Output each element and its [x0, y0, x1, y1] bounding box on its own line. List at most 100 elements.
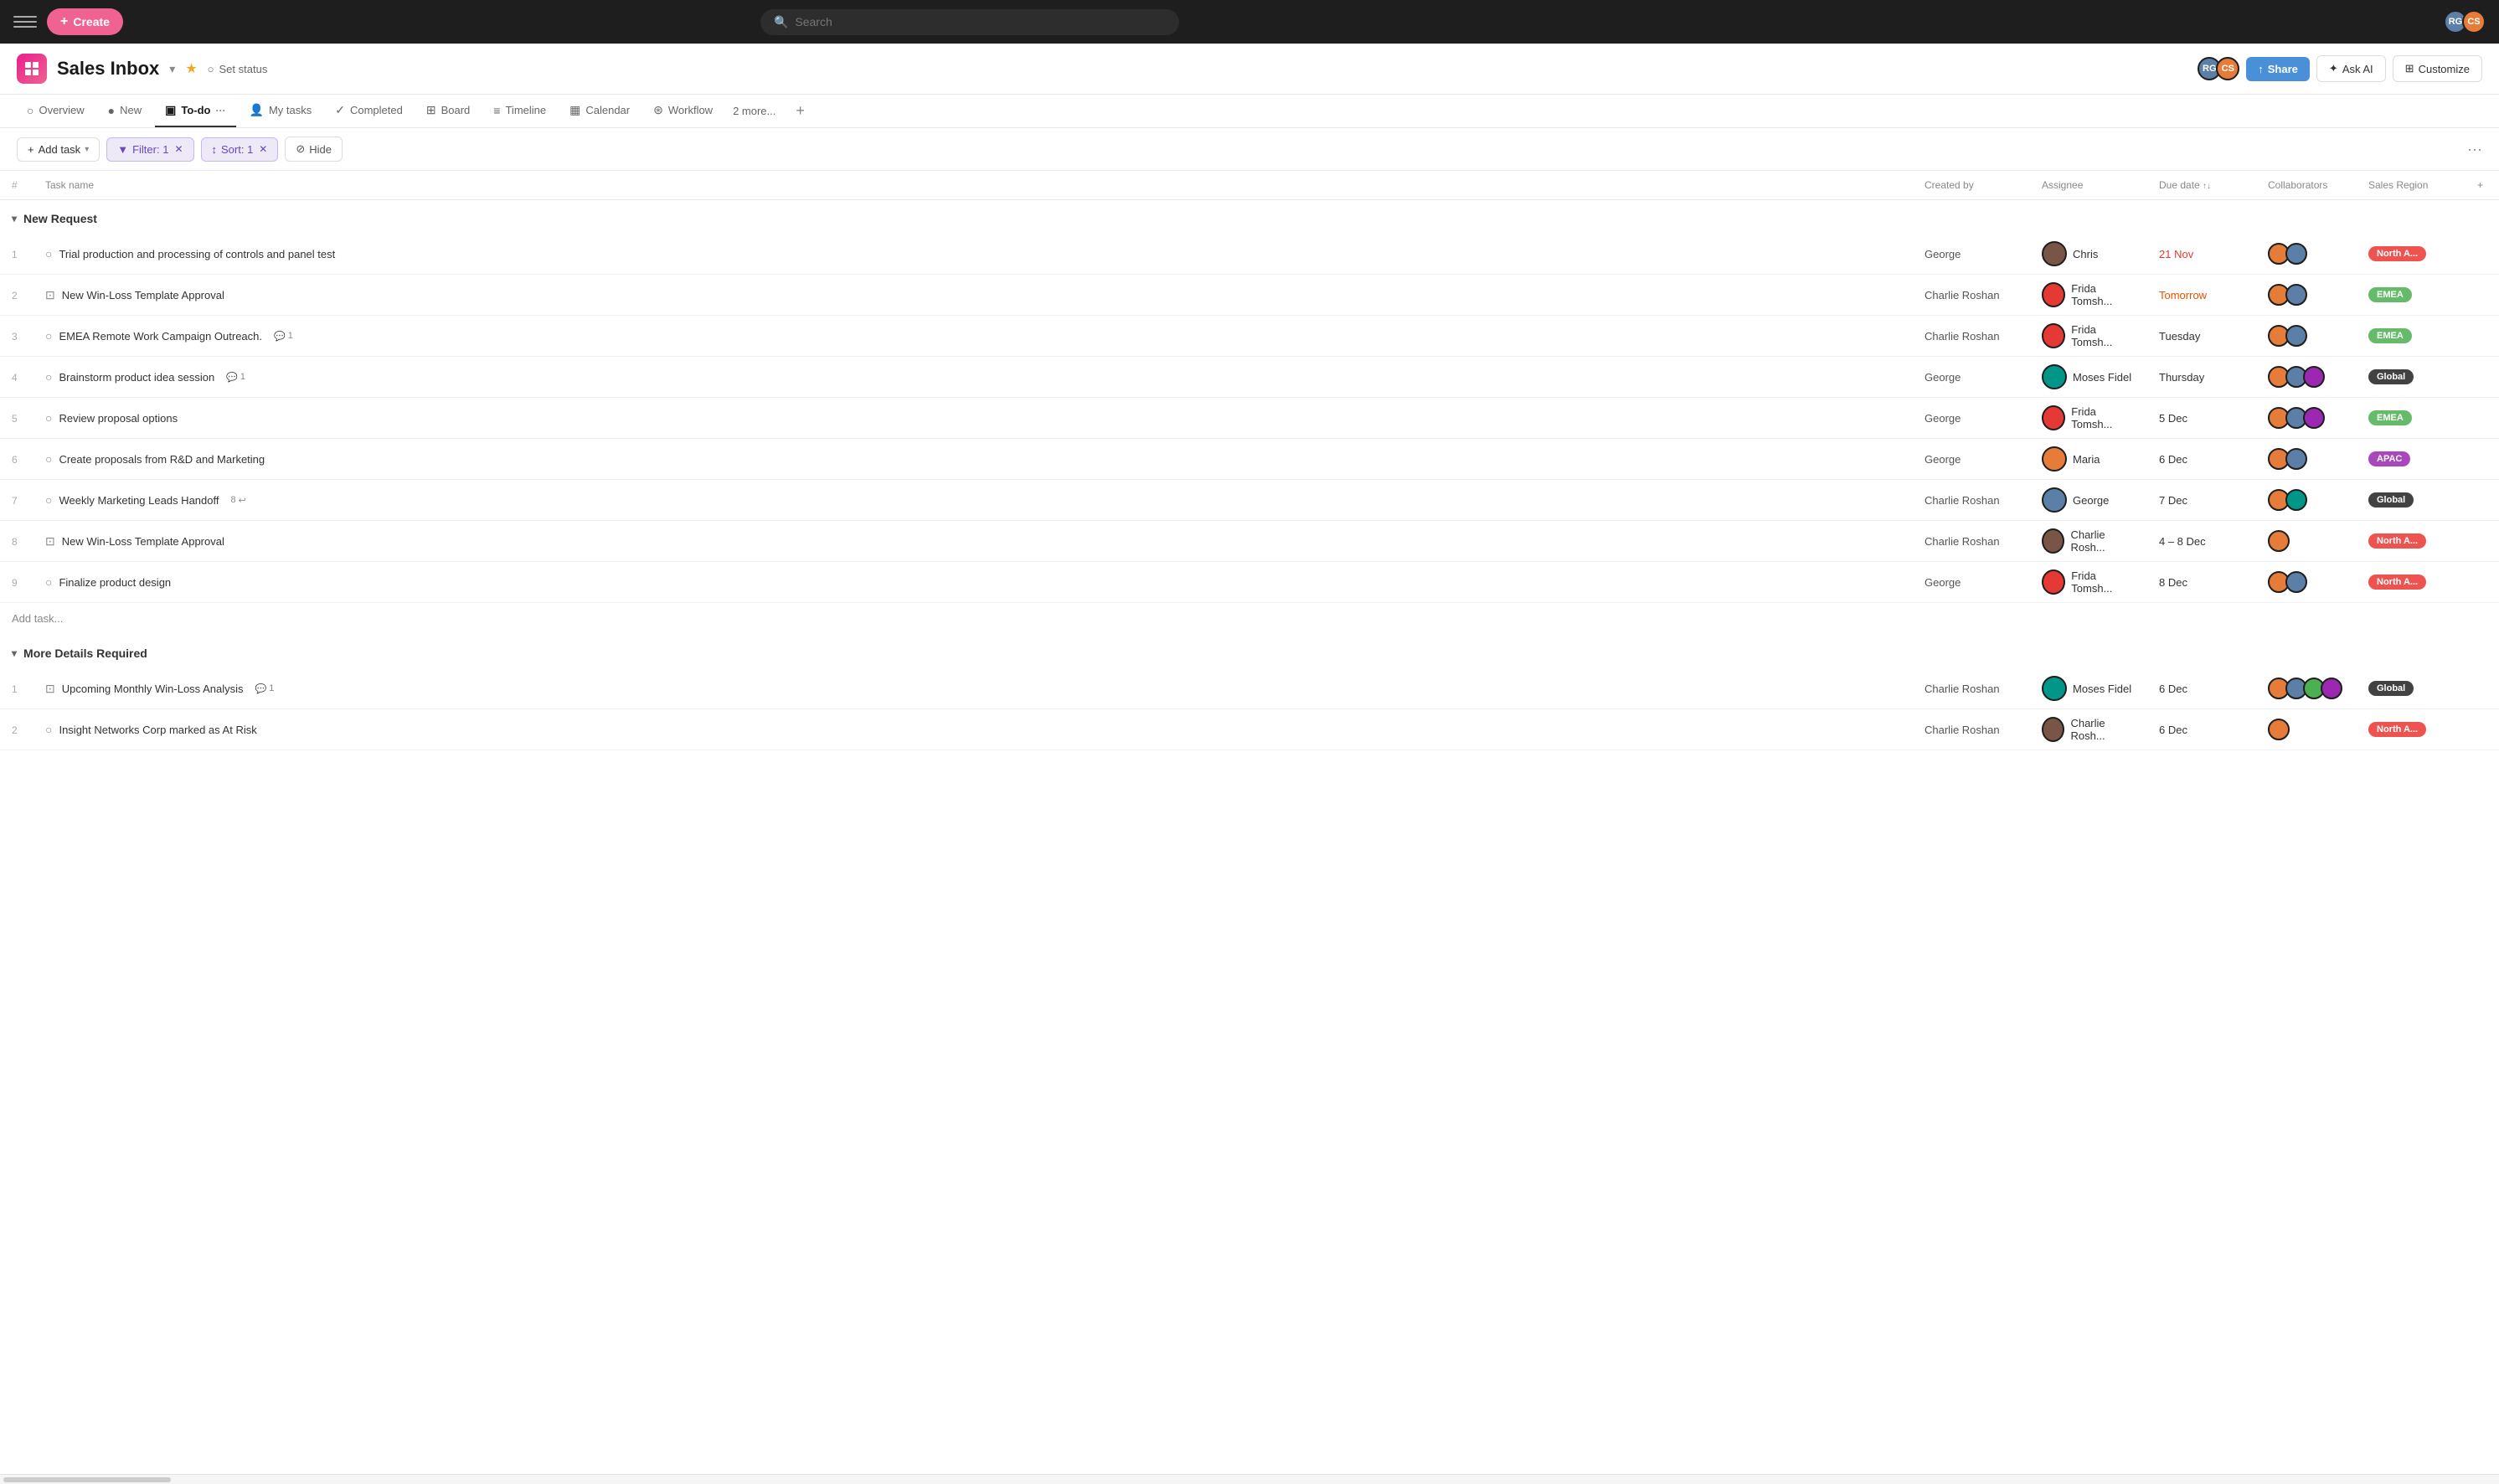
created-by-cell: Charlie Roshan [1913, 521, 2030, 562]
create-button[interactable]: + Create [47, 8, 123, 35]
table-row: 9○Finalize product designGeorgeFrida Tom… [0, 562, 2499, 603]
row-number: 1 [12, 683, 18, 695]
created-by-cell: George [1913, 398, 2030, 439]
tab-overview[interactable]: ○ Overview [17, 95, 95, 127]
table-row: 2⊡New Win-Loss Template ApprovalCharlie … [0, 275, 2499, 316]
comment-badge: 💬1 [226, 372, 245, 383]
region-cell: North A... [2357, 521, 2466, 562]
star-icon[interactable]: ★ [185, 60, 197, 77]
section-header-row: ▾More Details Required [0, 635, 2499, 668]
collaborators-cell [2268, 719, 2345, 740]
tab-options-icon[interactable]: ··· [216, 105, 226, 116]
region-cell: EMEA [2357, 398, 2466, 439]
set-status-button[interactable]: ○ Set status [208, 63, 268, 75]
tab-mytasks[interactable]: 👤 My tasks [240, 95, 322, 127]
section-header[interactable]: ▾More Details Required [12, 647, 2487, 660]
assignee-cell: Charlie Rosh... [2042, 528, 2136, 554]
region-badge: EMEA [2368, 410, 2412, 425]
task-circle-icon: ○ [45, 452, 52, 466]
chevron-down-icon[interactable]: ▾ [169, 62, 175, 76]
assignee-name: Maria [2073, 453, 2100, 466]
created-by-cell: Charlie Roshan [1913, 316, 2030, 357]
task-name: Insight Networks Corp marked as At Risk [59, 724, 256, 736]
search-bar[interactable]: 🔍 [760, 9, 1179, 35]
avatar [2042, 323, 2065, 348]
row-number: 9 [12, 577, 18, 589]
col-hash: # [0, 171, 33, 200]
task-cell[interactable]: ○Finalize product design [45, 575, 1901, 589]
customize-button[interactable]: ⊞ Customize [2393, 55, 2482, 82]
tab-board[interactable]: ⊞ Board [416, 95, 480, 127]
toolbar: + Add task ▾ ▼ Filter: 1 ✕ ↕ Sort: 1 ✕ ⊘… [0, 128, 2499, 171]
more-tabs-button[interactable]: 2 more... [726, 98, 782, 124]
share-button[interactable]: ↑ Share [2246, 57, 2310, 81]
section-chevron: ▾ [12, 213, 17, 224]
tab-timeline[interactable]: ≡ Timeline [483, 95, 556, 127]
due-date: 6 Dec [2159, 453, 2187, 466]
add-tab-button[interactable]: + [789, 95, 812, 126]
col-due-date[interactable]: Due date ↑↓ [2147, 171, 2256, 200]
col-sales-region[interactable]: Sales Region [2357, 171, 2466, 200]
horizontal-scrollbar[interactable] [0, 1474, 2499, 1484]
task-cell[interactable]: ○Weekly Marketing Leads Handoff8↩ [45, 493, 1901, 507]
ask-ai-button[interactable]: ✦ Ask AI [2316, 55, 2386, 82]
sort-button[interactable]: ↕ Sort: 1 ✕ [201, 137, 279, 162]
tab-calendar[interactable]: ▦ Calendar [559, 95, 640, 127]
header-actions: RG CS ↑ Share ✦ Ask AI ⊞ Customize [2198, 55, 2482, 82]
assignee-cell: Chris [2042, 241, 2136, 266]
collaborators-cell [2268, 678, 2345, 699]
collaborators-cell [2268, 366, 2345, 388]
assignee-cell: George [2042, 487, 2136, 513]
toolbar-more-button[interactable]: ··· [2467, 141, 2482, 158]
tab-completed[interactable]: ✓ Completed [325, 95, 413, 127]
col-collaborators[interactable]: Collaborators [2256, 171, 2357, 200]
add-task-button[interactable]: + Add task ▾ [17, 137, 100, 162]
table-row: 8 ⊡New Win-Loss Template Approval Charlie … [0, 521, 2499, 562]
sort-clear-icon[interactable]: ✕ [259, 143, 267, 155]
task-cell[interactable]: ○Review proposal options [45, 411, 1901, 425]
tab-workflow[interactable]: ⊛ Workflow [643, 95, 723, 127]
task-cell[interactable]: ○Trial production and processing of cont… [45, 247, 1901, 260]
assignee-cell: Moses Fidel [2042, 364, 2136, 389]
task-cell[interactable]: ⊡New Win-Loss Template Approval [45, 534, 1901, 549]
task-template-icon: ⊡ [45, 682, 55, 696]
region-badge: North A... [2368, 533, 2426, 549]
row-number: 2 [12, 290, 18, 301]
task-cell[interactable]: ○Insight Networks Corp marked as At Risk [45, 723, 1901, 736]
tab-new[interactable]: ● New [98, 95, 152, 127]
tab-todo[interactable]: ▣ To-do ··· [155, 95, 235, 127]
task-cell[interactable]: ○Create proposals from R&D and Marketing [45, 452, 1901, 466]
workflow-icon: ⊛ [653, 103, 663, 117]
filter-clear-icon[interactable]: ✕ [174, 143, 183, 155]
region-badge: Global [2368, 681, 2414, 696]
share-icon: ↑ [2258, 63, 2264, 75]
table-row: 7○Weekly Marketing Leads Handoff8↩Charli… [0, 480, 2499, 521]
task-cell[interactable]: ○Brainstorm product idea session💬1 [45, 370, 1901, 384]
col-created-by[interactable]: Created by [1913, 171, 2030, 200]
add-task-link[interactable]: Add task... [12, 612, 63, 625]
task-cell[interactable]: ⊡Upcoming Monthly Win-Loss Analysis💬1 [45, 682, 1901, 696]
section-header[interactable]: ▾New Request [12, 212, 2487, 225]
hide-icon: ⊘ [296, 142, 305, 156]
row-number: 8 [12, 536, 18, 548]
col-task-name[interactable]: Task name [33, 171, 1913, 200]
comment-icon: 💬 [274, 331, 286, 342]
due-date: 8 Dec [2159, 576, 2187, 589]
filter-button[interactable]: ▼ Filter: 1 ✕ [106, 137, 193, 162]
hamburger-menu[interactable] [13, 10, 37, 33]
scrollbar-thumb[interactable] [3, 1477, 171, 1482]
created-by-cell: George [1913, 357, 2030, 398]
hide-button[interactable]: ⊘ Hide [285, 137, 343, 162]
add-column-button[interactable]: + [2466, 171, 2499, 200]
comment-badge: 💬1 [274, 331, 293, 342]
sort-indicator: ↑↓ [2203, 182, 2211, 191]
region-cell: Global [2357, 480, 2466, 521]
task-cell[interactable]: ○EMEA Remote Work Campaign Outreach.💬1 [45, 329, 1901, 343]
project-icon [17, 54, 47, 84]
avatar [2042, 528, 2064, 554]
table-row: 6○Create proposals from R&D and Marketin… [0, 439, 2499, 480]
assignee-cell: Frida Tomsh... [2042, 405, 2136, 430]
search-input[interactable] [795, 15, 1166, 28]
task-cell[interactable]: ⊡New Win-Loss Template Approval [45, 288, 1901, 302]
col-assignee[interactable]: Assignee [2030, 171, 2147, 200]
